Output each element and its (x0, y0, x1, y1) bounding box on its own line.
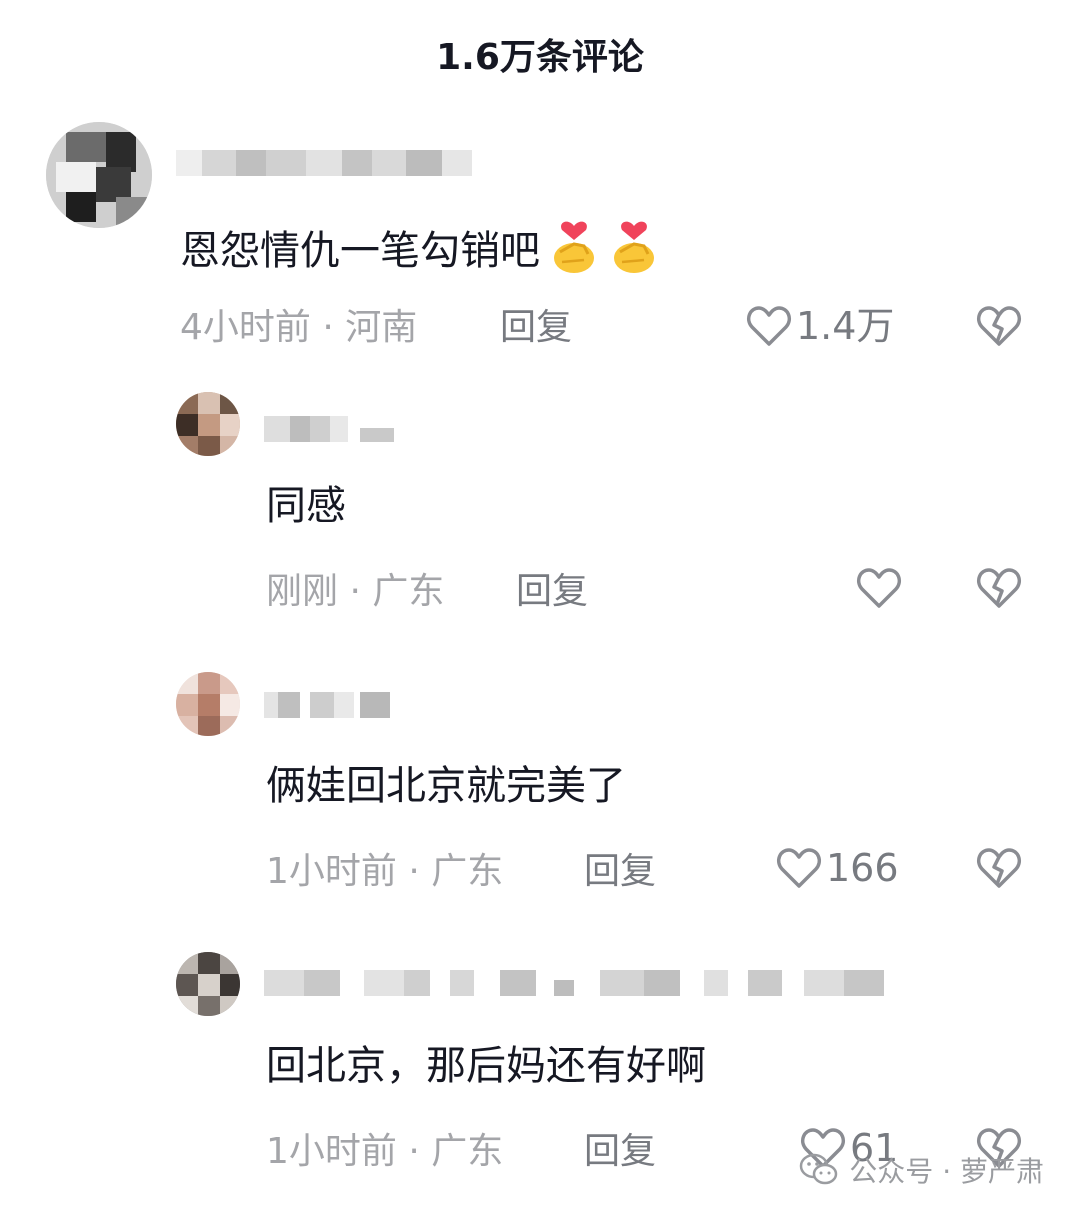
broken-heart-icon[interactable] (975, 302, 1023, 350)
reply-comment-item: 同感 刚刚 · 广东 回复 (0, 360, 1080, 640)
username-blurred[interactable] (176, 150, 476, 176)
finger-heart-emoji-icon (554, 221, 594, 273)
watermark: 公众号 · 萝严肃 (799, 1150, 1044, 1190)
heart-icon (857, 568, 901, 608)
comment-location: 广东 (431, 1131, 504, 1172)
reply-comment-item: 俩娃回北京就完美了 1小时前 · 广东 回复 166 (0, 640, 1080, 920)
broken-heart-icon[interactable] (975, 564, 1023, 612)
comment-text-content: 恩怨情仇一笔勾销吧 (180, 228, 540, 274)
comment-text: 回北京，那后妈还有好啊 (266, 1043, 706, 1089)
like-button[interactable]: 166 (776, 844, 899, 892)
heart-icon (747, 306, 791, 346)
comment-location: 河南 (345, 307, 418, 348)
like-button[interactable] (856, 564, 906, 612)
username-blurred[interactable] (264, 416, 394, 442)
comment-time: 4小时前 (180, 307, 311, 348)
comment-text: 俩娃回北京就完美了 (266, 763, 626, 809)
avatar[interactable] (176, 952, 240, 1016)
meta-separator: · (396, 851, 432, 892)
comment-meta: 4小时前 · 河南 (180, 306, 417, 350)
finger-heart-emoji-icon (614, 221, 654, 273)
reply-button[interactable]: 回复 (516, 570, 588, 614)
comment-time: 1小时前 (266, 851, 397, 892)
like-button[interactable]: 1.4万 (746, 302, 894, 350)
username-blurred[interactable] (264, 692, 394, 718)
meta-separator: · (310, 307, 346, 348)
comment-meta: 1小时前 · 广东 (266, 1130, 503, 1174)
reply-button[interactable]: 回复 (584, 850, 656, 894)
comment-meta: 刚刚 · 广东 (266, 570, 444, 614)
username-blurred[interactable] (264, 970, 904, 996)
comment-text: 同感 (266, 483, 346, 529)
watermark-text: 公众号 · 萝严肃 (849, 1155, 1044, 1188)
comment-time: 1小时前 (266, 1131, 397, 1172)
broken-heart-icon[interactable] (975, 844, 1023, 892)
comment-meta: 1小时前 · 广东 (266, 850, 503, 894)
avatar[interactable] (176, 672, 240, 736)
like-count: 166 (826, 846, 899, 890)
avatar[interactable] (176, 392, 240, 456)
wechat-icon (800, 1153, 838, 1185)
comment-time: 刚刚 (266, 571, 339, 612)
meta-separator: · (338, 571, 373, 612)
comment-location: 广东 (431, 851, 504, 892)
comment-text: 恩怨情仇一笔勾销吧 (180, 216, 660, 275)
meta-separator: · (396, 1131, 432, 1172)
reply-button[interactable]: 回复 (584, 1130, 656, 1174)
heart-icon (777, 848, 821, 888)
comment-location: 广东 (372, 571, 445, 612)
comment-item: 恩怨情仇一笔勾销吧 4小时前 · 河南 回复 1.4万 (0, 0, 1080, 360)
like-count: 1.4万 (796, 304, 895, 348)
reply-button[interactable]: 回复 (500, 306, 572, 350)
avatar[interactable] (46, 122, 152, 228)
